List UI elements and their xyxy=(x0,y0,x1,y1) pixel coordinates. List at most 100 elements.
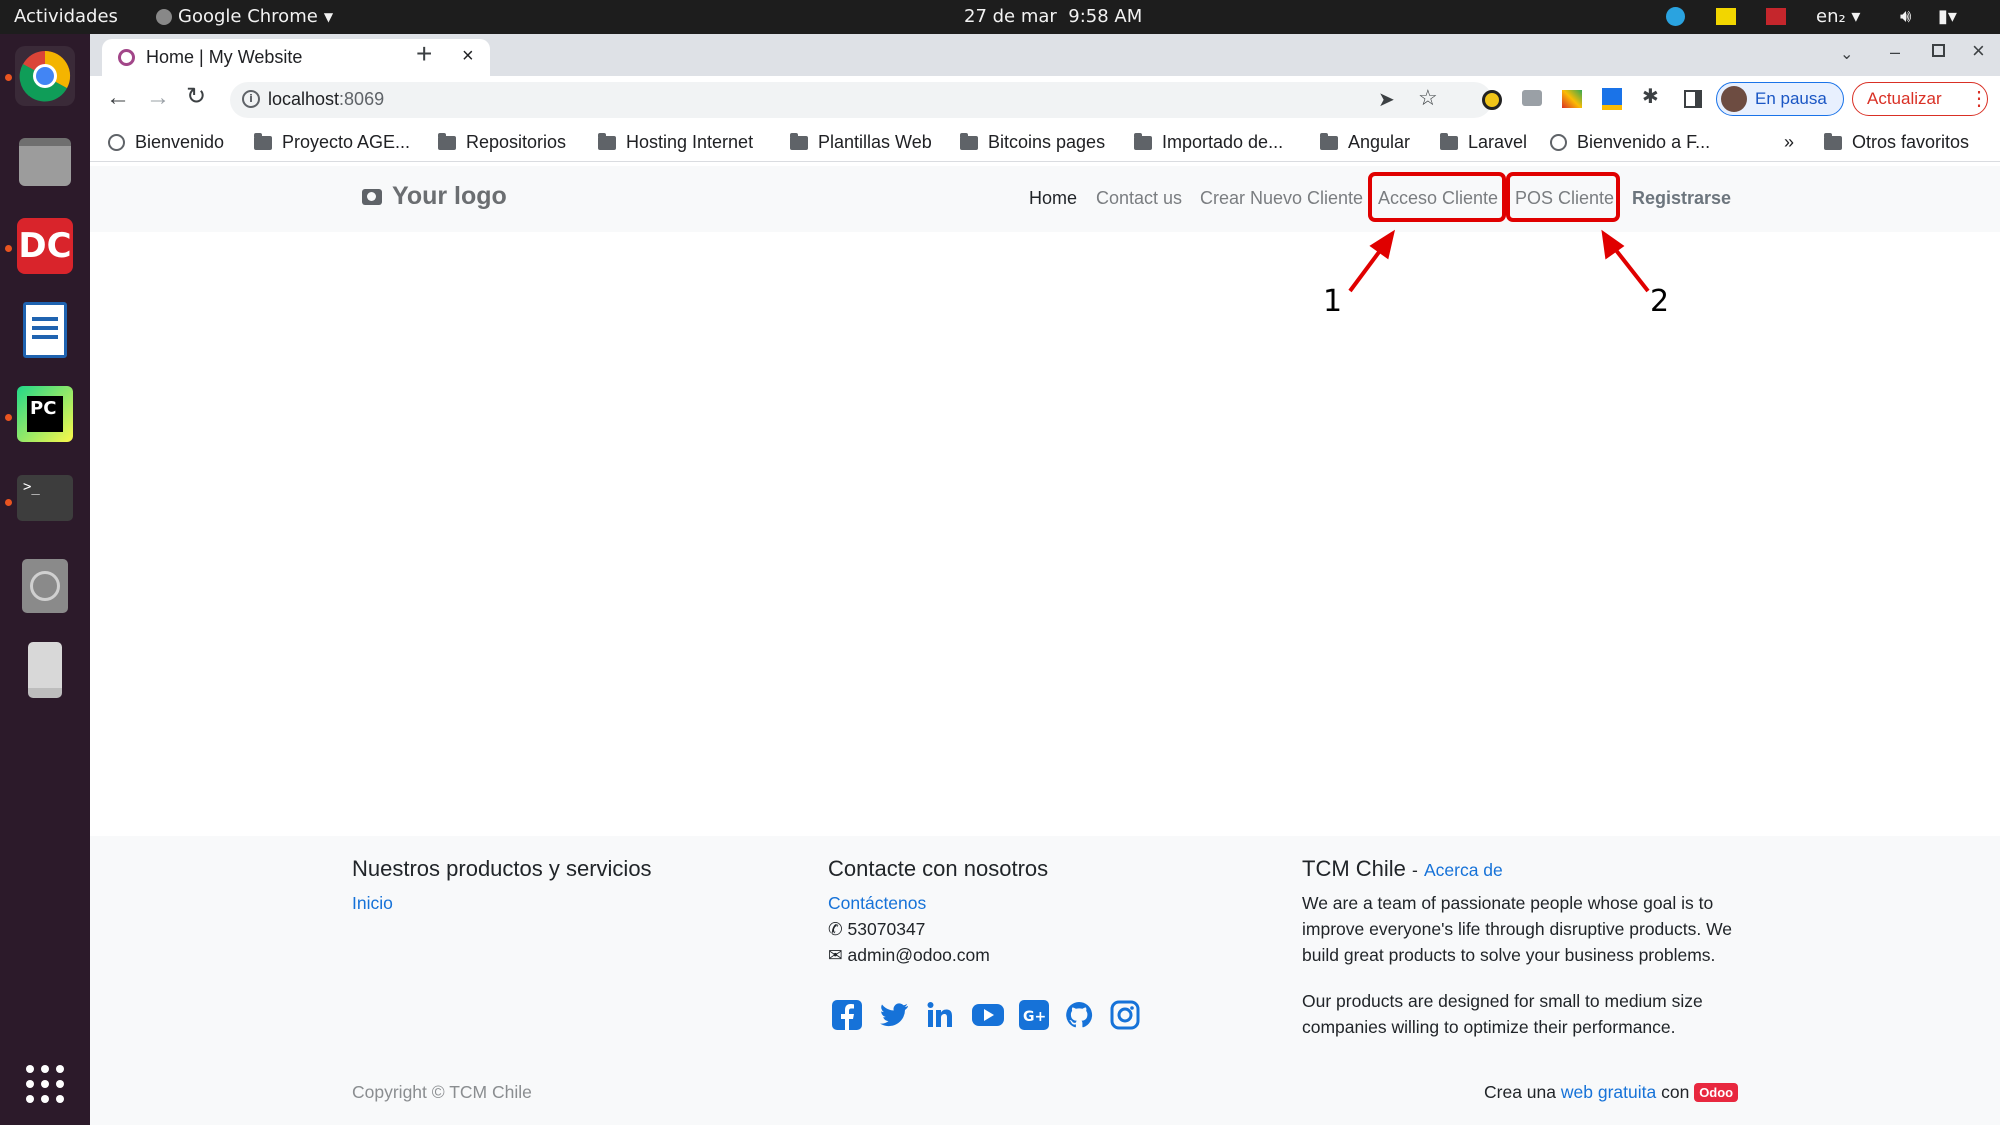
annotation-label-1: 1 xyxy=(1323,284,1343,319)
bookmark-folder[interactable]: Angular xyxy=(1320,132,1410,153)
copyright-text: Copyright © TCM Chile xyxy=(352,1082,532,1102)
minimize-icon[interactable]: – xyxy=(1890,42,1900,63)
notes-icon[interactable] xyxy=(1716,8,1736,25)
bookmark-label: Repositorios xyxy=(466,132,567,152)
disc-launcher[interactable] xyxy=(15,556,75,616)
twitter-icon[interactable] xyxy=(879,1000,909,1030)
annotation-arrows xyxy=(1348,229,1650,293)
extension-w-icon[interactable] xyxy=(1482,90,1502,110)
site-footer: Nuestros productos y servicios Inicio Co… xyxy=(90,836,2000,1125)
download-extension-icon[interactable] xyxy=(1602,88,1622,110)
language-indicator[interactable]: en₂ ▾ xyxy=(1816,6,1860,27)
date-label: 27 de mar xyxy=(964,6,1057,27)
usb-launcher[interactable] xyxy=(15,640,75,700)
bookmark-star-icon[interactable]: ☆ xyxy=(1418,85,1438,111)
forward-arrow-icon[interactable]: → xyxy=(146,84,170,112)
footer-link-acerca-de[interactable]: Acerca de xyxy=(1424,860,1503,880)
tab-search-icon[interactable]: ⌄ xyxy=(1840,44,1853,64)
writer-launcher[interactable] xyxy=(15,300,75,360)
footer-products-title: Nuestros productos y servicios xyxy=(352,856,652,881)
powered-prefix: Crea una xyxy=(1484,1082,1556,1102)
app-menu[interactable]: Google Chrome ▼ xyxy=(156,6,333,27)
globe-icon xyxy=(108,134,125,151)
bookmarks-overflow-button[interactable]: » xyxy=(1784,132,1794,153)
bookmark-item[interactable]: Bienvenido a F... xyxy=(1550,132,1710,153)
close-window-icon[interactable]: × xyxy=(1972,38,1985,64)
free-website-link[interactable]: web gratuita xyxy=(1561,1082,1656,1102)
svg-text:G+: G+ xyxy=(1023,1009,1046,1025)
avatar xyxy=(1721,86,1747,112)
youtube-icon[interactable] xyxy=(971,1000,1005,1030)
bookmark-folder[interactable]: Importado de... xyxy=(1134,132,1283,153)
address-bar[interactable]: i localhost:8069 ➤ ☆ xyxy=(230,82,1492,118)
bookmark-folder[interactable]: Hosting Internet xyxy=(598,132,753,153)
footer-link-contactenos[interactable]: Contáctenos xyxy=(828,893,926,914)
restore-icon[interactable] xyxy=(1932,44,1945,57)
bookmark-folder-other[interactable]: Otros favoritos xyxy=(1824,132,1969,153)
bookmark-folder[interactable]: Laravel xyxy=(1440,132,1527,153)
update-label: Actualizar xyxy=(1867,89,1942,108)
indicator-icon[interactable] xyxy=(1766,8,1786,25)
folder-icon xyxy=(1824,132,1842,150)
folder-icon xyxy=(254,132,272,150)
profile-button[interactable]: En pausa xyxy=(1716,82,1844,116)
files-icon xyxy=(19,138,71,186)
pycharm-launcher[interactable]: PC xyxy=(15,384,75,444)
chart-extension-icon[interactable] xyxy=(1562,90,1582,108)
bookmark-item[interactable]: Bienvenido xyxy=(108,132,224,153)
battery-icon[interactable]: ▮▾ xyxy=(1938,6,1957,27)
camera-extension-icon[interactable] xyxy=(1522,90,1542,106)
terminal-launcher[interactable]: >_ xyxy=(15,468,75,528)
folder-icon xyxy=(598,132,616,150)
doublecmd-launcher[interactable]: DC xyxy=(15,216,75,276)
github-icon[interactable] xyxy=(1064,1000,1094,1030)
bookmark-folder[interactable]: Bitcoins pages xyxy=(960,132,1105,153)
email-address: admin@odoo.com xyxy=(847,945,990,965)
globe-icon xyxy=(1550,134,1567,151)
pycharm-icon: PC xyxy=(17,386,73,442)
files-launcher[interactable] xyxy=(15,132,75,192)
instagram-icon[interactable] xyxy=(1110,1000,1140,1030)
url-text: localhost:8069 xyxy=(268,89,384,110)
terminal-icon: >_ xyxy=(17,475,73,521)
folder-icon xyxy=(1320,132,1338,150)
bookmark-folder[interactable]: Proyecto AGE... xyxy=(254,132,410,153)
footer-link-inicio[interactable]: Inicio xyxy=(352,893,393,914)
close-tab-icon[interactable]: × xyxy=(462,45,474,68)
title-separator: - xyxy=(1412,860,1418,880)
toolbar: ← → ↻ i localhost:8069 ➤ ☆ ✱ En pausa Ac… xyxy=(90,76,2000,124)
reload-icon[interactable]: ↻ xyxy=(186,82,206,111)
folder-icon xyxy=(438,132,456,150)
footer-contact-title: Contacte con nosotros xyxy=(828,856,1049,881)
activities-button[interactable]: Actividades xyxy=(14,6,118,27)
bookmark-folder[interactable]: Plantillas Web xyxy=(790,132,932,153)
puzzle-extensions-icon[interactable]: ✱ xyxy=(1642,84,1659,109)
update-button[interactable]: Actualizar ⋮ xyxy=(1852,82,1989,116)
side-panel-icon[interactable] xyxy=(1684,90,1702,108)
caret-down-icon: ▼ xyxy=(323,9,334,24)
clock[interactable]: 27 de mar 9:58 AM xyxy=(964,6,1142,27)
bookmark-label: Laravel xyxy=(1468,132,1528,152)
bookmarks-bar: Bienvenido Proyecto AGE... Repositorios … xyxy=(90,124,2000,162)
chrome-launcher[interactable] xyxy=(15,46,75,106)
volume-icon[interactable]: 🔊︎ xyxy=(1900,6,1911,27)
about-text-line: Our products are designed for small to m… xyxy=(1302,991,1703,1011)
send-icon[interactable]: ➤ xyxy=(1378,87,1395,112)
phone-icon: ✆ xyxy=(828,919,843,939)
about-text-line: build great products to solve your busin… xyxy=(1302,945,1716,965)
show-apps-button[interactable] xyxy=(15,1054,75,1114)
linkedin-icon[interactable] xyxy=(925,1000,955,1030)
back-arrow-icon[interactable]: ← xyxy=(106,84,130,112)
new-tab-button[interactable]: + xyxy=(416,38,432,70)
google-plus-icon[interactable]: G+ xyxy=(1019,1000,1049,1030)
bookmark-label: Otros favoritos xyxy=(1852,132,1970,152)
folder-icon xyxy=(960,132,978,150)
facebook-icon[interactable] xyxy=(832,1000,862,1030)
bookmark-folder[interactable]: Repositorios xyxy=(438,132,566,153)
bookmark-label: Importado de... xyxy=(1162,132,1284,152)
disc-icon xyxy=(22,559,68,613)
telegram-icon[interactable] xyxy=(1666,7,1685,26)
bookmark-label: Bienvenido a F... xyxy=(1577,132,1711,152)
tab-title: Home | My Website xyxy=(146,47,303,67)
odoo-badge[interactable]: Odoo xyxy=(1694,1083,1739,1102)
